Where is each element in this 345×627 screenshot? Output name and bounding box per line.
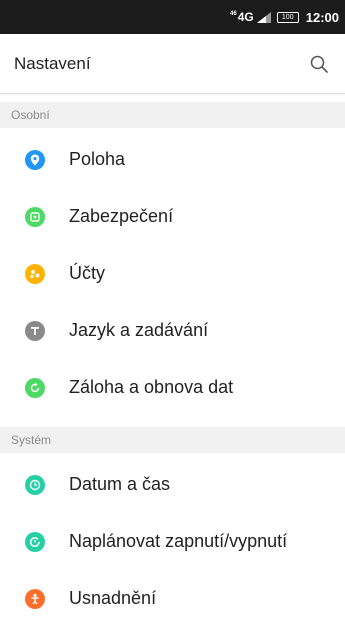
network-indicator: 46 4G	[230, 10, 254, 24]
language-icon	[25, 320, 45, 341]
settings-item-date-time[interactable]: Datum a čas	[0, 456, 345, 513]
settings-item-label: Poloha	[69, 149, 126, 169]
settings-item-label: Datum a čas	[69, 474, 171, 494]
schedule-power-icon	[25, 531, 45, 552]
location-icon	[25, 149, 45, 170]
section-header-personal: Osobní	[0, 102, 345, 128]
backup-icon	[25, 377, 45, 398]
settings-item-language[interactable]: Jazyk a zadávání	[0, 302, 345, 359]
search-icon	[310, 55, 328, 73]
settings-item-label: Zabezpečení	[69, 206, 174, 226]
battery-icon: 100	[276, 11, 299, 23]
clock-icon	[25, 474, 45, 495]
settings-item-accounts[interactable]: Účty	[0, 245, 345, 302]
app-bar: Nastavení	[0, 34, 345, 94]
search-button[interactable]	[307, 52, 331, 76]
page-title: Nastavení	[14, 53, 91, 73]
settings-item-label: Naplánovat zapnutí/vypnutí	[69, 531, 288, 551]
accessibility-icon	[25, 588, 45, 609]
settings-item-schedule-power[interactable]: Naplánovat zapnutí/vypnutí	[0, 513, 345, 570]
section-header-system: Systém	[0, 427, 345, 453]
settings-item-backup[interactable]: Záloha a obnova dat	[0, 359, 345, 416]
accounts-icon	[25, 263, 45, 284]
settings-item-accessibility[interactable]: Usnadnění	[0, 570, 345, 627]
security-icon	[25, 206, 45, 227]
settings-item-label: Jazyk a zadávání	[69, 320, 209, 340]
settings-item-label: Usnadnění	[69, 588, 157, 608]
settings-item-location[interactable]: Poloha	[0, 131, 345, 188]
settings-item-label: Účty	[69, 263, 105, 283]
signal-icon	[256, 11, 271, 23]
network-sup: 46	[230, 11, 237, 17]
status-bar: 46 4G 100 12:00	[0, 0, 345, 34]
settings-item-security[interactable]: Zabezpečení	[0, 188, 345, 245]
settings-item-label: Záloha a obnova dat	[69, 377, 234, 397]
network-type: 4G	[237, 10, 254, 24]
clock-time: 12:00	[305, 9, 339, 25]
battery-level: 100	[281, 13, 294, 21]
